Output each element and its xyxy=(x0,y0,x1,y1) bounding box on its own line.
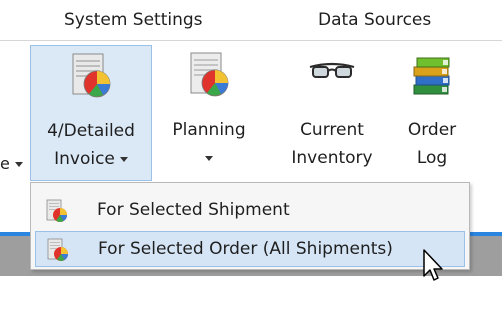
invoice-dropdown-menu: For Selected Shipment For Selected Order… xyxy=(30,182,470,270)
tab-data-sources[interactable]: Data Sources xyxy=(318,10,431,30)
planning-button[interactable]: Planning xyxy=(154,45,264,181)
menu-item-label: For Selected Shipment xyxy=(97,200,290,220)
glasses-icon xyxy=(309,62,355,78)
tab-system-settings[interactable]: System Settings xyxy=(64,10,203,30)
invoice-chart-icon xyxy=(46,199,67,222)
planning-label: Planning xyxy=(172,120,246,140)
current-inventory-label-line2: Inventory xyxy=(291,148,373,168)
ribbon-tabbar: System Settings Data Sources xyxy=(0,0,502,40)
order-log-button[interactable]: Order Log xyxy=(392,45,472,181)
chevron-down-icon xyxy=(205,155,213,161)
app-window: System Settings Data Sources e 4/Detaile… xyxy=(0,0,502,310)
mouse-cursor-icon xyxy=(423,249,443,281)
current-inventory-button[interactable]: Current Inventory xyxy=(282,45,382,181)
ribbon-panel: e 4/Detailed Invoice Planning Current In… xyxy=(0,40,502,183)
detailed-invoice-label-text: Invoice xyxy=(54,149,115,169)
detailed-invoice-label-line1: 4/Detailed xyxy=(47,121,135,141)
chevron-down-icon xyxy=(119,156,128,162)
truncated-label: e xyxy=(0,154,10,173)
chevron-down-icon xyxy=(14,162,23,167)
menu-item-selected-order[interactable]: For Selected Order (All Shipments) xyxy=(35,231,465,267)
current-inventory-label-line1: Current xyxy=(300,120,364,140)
detailed-invoice-button[interactable]: 4/Detailed Invoice xyxy=(30,45,152,181)
invoice-chart-icon xyxy=(47,238,68,261)
order-log-label-line1: Order xyxy=(407,120,457,140)
order-log-label-line2: Log xyxy=(416,148,448,168)
invoice-chart-icon xyxy=(72,53,111,98)
planning-chart-icon xyxy=(190,52,229,97)
books-icon xyxy=(413,57,450,95)
menu-item-selected-shipment[interactable]: For Selected Shipment xyxy=(35,193,465,229)
truncated-ribbon-button[interactable]: e xyxy=(0,154,23,173)
detailed-invoice-label-line2: Invoice xyxy=(31,146,151,172)
planning-dropdown xyxy=(154,145,264,171)
menu-item-label: For Selected Order (All Shipments) xyxy=(98,239,393,259)
